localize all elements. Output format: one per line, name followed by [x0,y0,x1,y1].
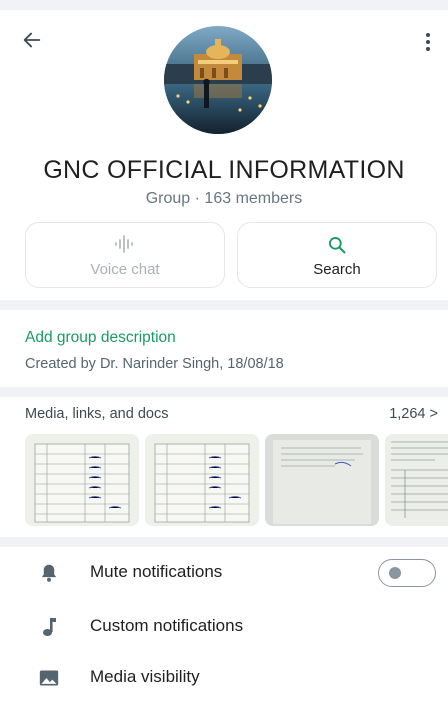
add-description-link[interactable]: Add group description [25,329,176,347]
mute-notifications-label: Mute notifications [90,562,223,581]
group-name[interactable]: GNC OFFICIAL INFORMATION [0,156,448,185]
document-image [265,434,379,526]
media-section-title[interactable]: Media, links, and docs [25,406,168,422]
toggle-knob [389,567,401,579]
section-divider [0,537,448,547]
media-thumbnail[interactable] [385,434,448,526]
media-thumbnail[interactable] [25,434,139,526]
media-thumbnail[interactable] [145,434,259,526]
search-icon [327,235,347,260]
status-strip [0,0,448,10]
voice-chat-button[interactable]: Voice chat [25,222,225,288]
more-vertical-icon [426,33,430,51]
media-count-link[interactable]: 1,264 > [389,406,438,422]
music-note-icon [38,616,60,638]
bell-icon [38,562,60,584]
voice-chat-label: Voice chat [90,261,160,278]
section-divider [0,387,448,397]
custom-notifications-label: Custom notifications [90,616,244,635]
media-thumbnail[interactable] [265,434,379,526]
waveform-icon [114,235,136,258]
custom-notifications-row[interactable]: Custom notifications [0,602,448,654]
search-button[interactable]: Search [237,222,437,288]
document-image [25,434,139,526]
media-visibility-label: Media visibility [90,667,200,686]
more-options-button[interactable] [418,28,438,56]
arrow-left-icon [23,32,41,48]
group-member-count[interactable]: Group · 163 members [0,190,448,208]
created-by-text: Created by Dr. Narinder Singh, 18/08/18 [25,356,284,372]
search-label: Search [313,261,361,278]
back-button[interactable] [18,26,46,54]
section-divider [0,300,448,310]
document-image [145,434,259,526]
golden-temple-image [164,26,272,134]
image-icon [38,667,60,689]
group-avatar[interactable] [164,26,272,134]
document-image [385,434,448,526]
mute-toggle[interactable] [378,559,436,587]
media-visibility-row[interactable]: Media visibility [0,653,448,705]
